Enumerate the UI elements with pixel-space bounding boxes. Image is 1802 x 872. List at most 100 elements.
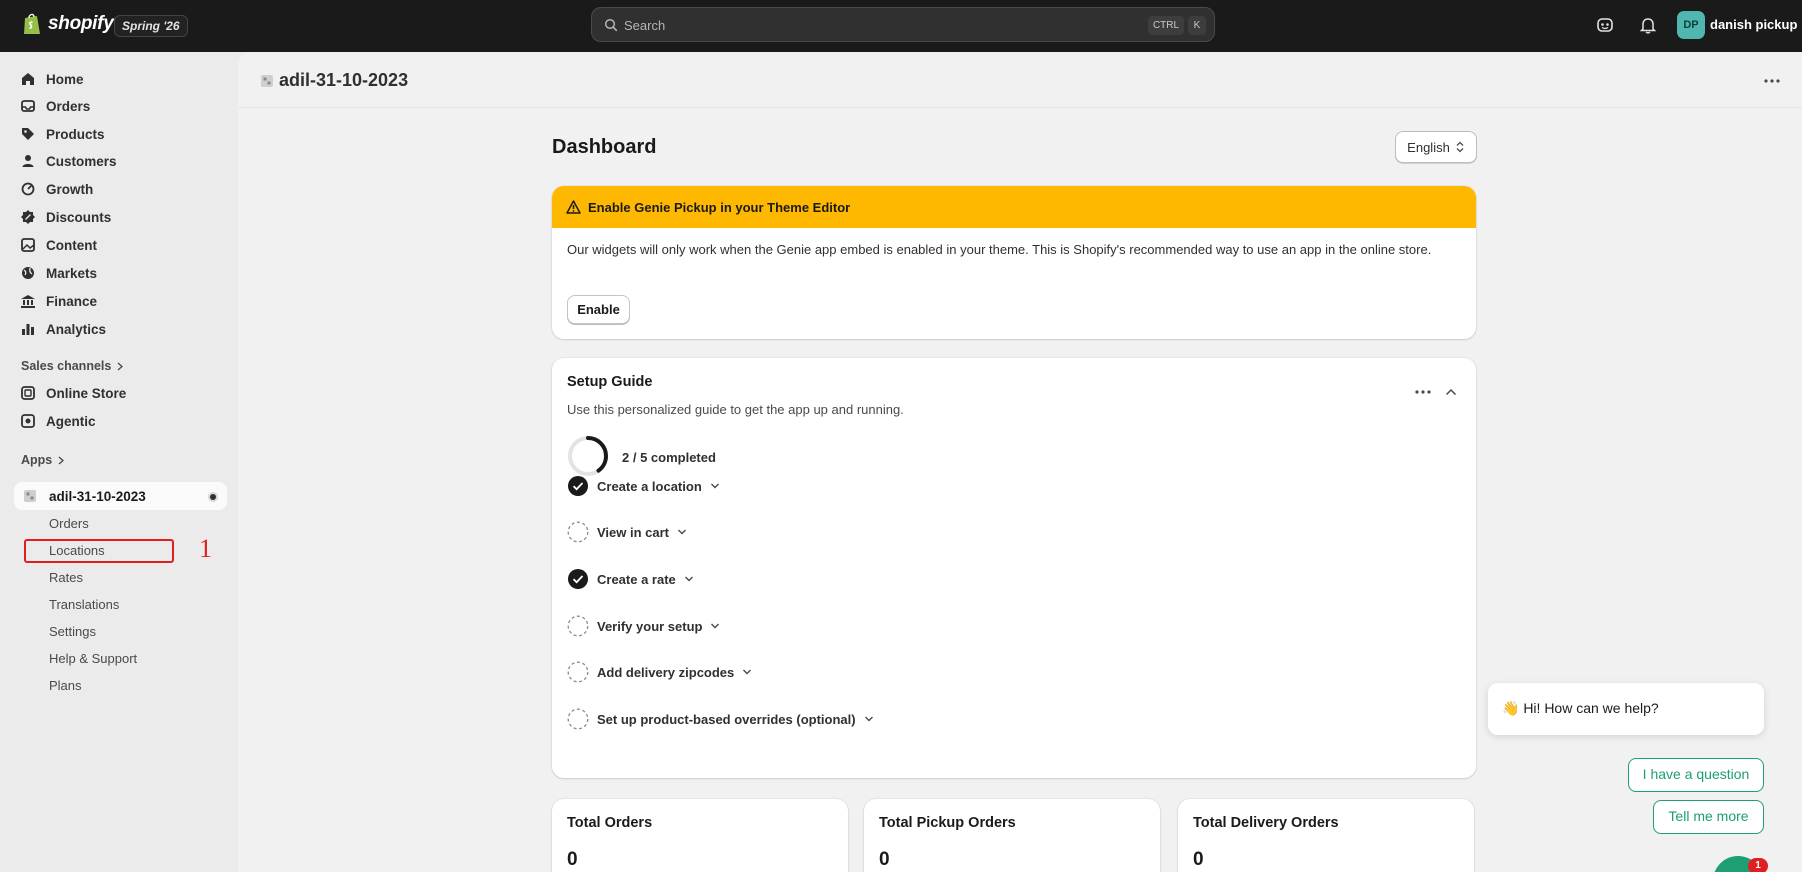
checkmark-circle-icon[interactable] [567, 568, 589, 590]
sidebar-subitem-help-support[interactable]: Help & Support [49, 651, 137, 666]
task-label: Create a rate [597, 571, 676, 587]
bank-icon [21, 295, 35, 308]
progress-ring [568, 436, 608, 476]
sidebar-subitem-rates[interactable]: Rates [49, 570, 83, 585]
app-icon [24, 490, 36, 502]
enable-button[interactable]: Enable [567, 295, 630, 324]
empty-circle-icon[interactable] [567, 521, 589, 543]
shopify-bag-icon [24, 13, 40, 34]
sidebar-subitem-orders[interactable]: Orders [49, 516, 89, 531]
task-verify-your-setup[interactable]: Verify your setup [567, 614, 720, 638]
stat-card-total-delivery-orders: Total Delivery Orders 0 [1178, 799, 1474, 872]
sidebar-item-label: Orders [46, 98, 91, 114]
app-icon [261, 75, 273, 87]
chevron-up-icon[interactable] [1445, 388, 1457, 396]
discount-icon [21, 210, 35, 224]
search-placeholder: Search [624, 18, 666, 33]
annotation-number: 1 [199, 534, 212, 563]
search-icon [604, 18, 618, 32]
task-create-a-location[interactable]: Create a location [567, 474, 720, 498]
sidebar-item-content[interactable]: Content [20, 233, 97, 257]
sidebar-item-orders[interactable]: Orders [20, 94, 90, 118]
empty-circle-icon[interactable] [567, 615, 589, 637]
stat-card-total-orders: Total Orders 0 [552, 799, 848, 872]
chat-option-question-button[interactable]: I have a question [1628, 758, 1764, 792]
chat-greeting-bubble: 👋 Hi! How can we help? [1488, 683, 1764, 735]
sidebar-item-label: Online Store [46, 385, 127, 401]
bell-icon[interactable] [1637, 14, 1659, 36]
sidebar-item-growth[interactable]: Growth [20, 177, 93, 201]
chat-greeting: 👋 Hi! How can we help? [1502, 700, 1659, 716]
language-value: English [1407, 139, 1450, 155]
stat-title: Total Delivery Orders [1193, 815, 1339, 831]
sidebar-item-label: Analytics [46, 321, 107, 337]
avatar[interactable]: DP [1677, 11, 1705, 39]
sidebar-item-finance[interactable]: Finance [20, 289, 97, 313]
user-name[interactable]: danish pickup [1710, 17, 1797, 32]
task-view-in-cart[interactable]: View in cart [567, 520, 687, 544]
banner-body: Our widgets will only work when the Geni… [567, 242, 1432, 257]
sidebar-subitem-plans[interactable]: Plans [49, 678, 82, 693]
sidebar-item-home[interactable]: Home [20, 67, 84, 91]
app-title: adil-31-10-2023 [279, 70, 409, 90]
setup-guide-card: Setup Guide Use this personalized guide … [552, 358, 1476, 778]
more-horizontal-icon[interactable] [1763, 74, 1781, 88]
stat-title: Total Orders [567, 815, 653, 831]
sidebar-item-label: Home [46, 71, 84, 87]
sidebar-item-customers[interactable]: Customers [20, 149, 117, 173]
setup-guide-subtitle: Use this personalized guide to get the a… [567, 402, 904, 417]
shopify-logo[interactable]: shopify [22, 12, 114, 36]
more-horizontal-icon[interactable] [1414, 388, 1432, 396]
sidebar-item-online-store[interactable]: Online Store [20, 381, 126, 405]
sidebar-item-label: Agentic [46, 413, 96, 429]
inbox-icon [21, 100, 35, 112]
page-title: Dashboard [552, 136, 657, 158]
chevron-down-icon [678, 529, 687, 535]
task-create-a-rate[interactable]: Create a rate [567, 567, 694, 591]
annotation-highlight-box [24, 539, 174, 563]
sidebar-item-markets[interactable]: Markets [20, 261, 97, 285]
sidebar-item-label: Content [46, 237, 97, 253]
task-label: Verify your setup [597, 618, 703, 634]
select-chevron-icon [1456, 141, 1464, 153]
sidebar-item-products[interactable]: Products [20, 122, 105, 146]
edition-badge[interactable]: Spring '26 [114, 15, 188, 37]
stat-value: 0 [567, 849, 578, 870]
sidebar-subitem-settings[interactable]: Settings [49, 624, 96, 639]
stat-value: 0 [1193, 849, 1204, 870]
empty-circle-icon[interactable] [567, 661, 589, 683]
top-bar: shopify Spring '26 Search CTRL K DP dani… [0, 0, 1802, 52]
sidebar-item-analytics[interactable]: Analytics [20, 317, 106, 341]
task-set-up-product-based-overrides-optional[interactable]: Set up product-based overrides (optional… [567, 707, 874, 731]
sidebar-subitem-translations[interactable]: Translations [49, 597, 119, 612]
globe-icon [22, 267, 34, 279]
language-select[interactable]: English [1395, 131, 1477, 163]
stat-value: 0 [879, 849, 890, 870]
task-add-delivery-zipcodes[interactable]: Add delivery zipcodes [567, 660, 752, 684]
sidebar-item-label: Discounts [46, 209, 112, 225]
chevron-down-icon [864, 716, 873, 722]
chat-option-tell-more-button[interactable]: Tell me more [1653, 800, 1764, 834]
checkmark-circle-icon[interactable] [567, 475, 589, 497]
agentic-icon [21, 414, 35, 428]
sales-channels-header[interactable]: Sales channels [21, 359, 124, 373]
sidebar-item-agentic[interactable]: Agentic [20, 409, 96, 433]
empty-circle-icon[interactable] [567, 708, 589, 730]
search-input[interactable]: Search CTRL K [591, 7, 1215, 42]
sidebar-item-label: Products [46, 126, 105, 142]
apps-header[interactable]: Apps [21, 453, 65, 467]
task-label: Create a location [597, 478, 702, 494]
sidebar-item-label: Customers [46, 153, 117, 169]
sidebar-item-discounts[interactable]: Discounts [20, 205, 111, 229]
store-icon [21, 386, 35, 400]
pin-icon[interactable] [210, 494, 216, 500]
chat-unread-badge: 1 [1748, 858, 1768, 872]
sidekick-icon[interactable] [1594, 14, 1616, 36]
chart-icon [22, 324, 34, 335]
theme-editor-banner: Enable Genie Pickup in your Theme Editor… [552, 186, 1476, 339]
sidebar-app-genie[interactable]: adil-31-10-2023 [14, 482, 227, 510]
chevron-down-icon [710, 483, 719, 489]
stat-card-total-pickup-orders: Total Pickup Orders 0 [864, 799, 1160, 872]
shortcut-ctrl: CTRL [1148, 16, 1184, 35]
app-name: adil-31-10-2023 [49, 489, 146, 504]
